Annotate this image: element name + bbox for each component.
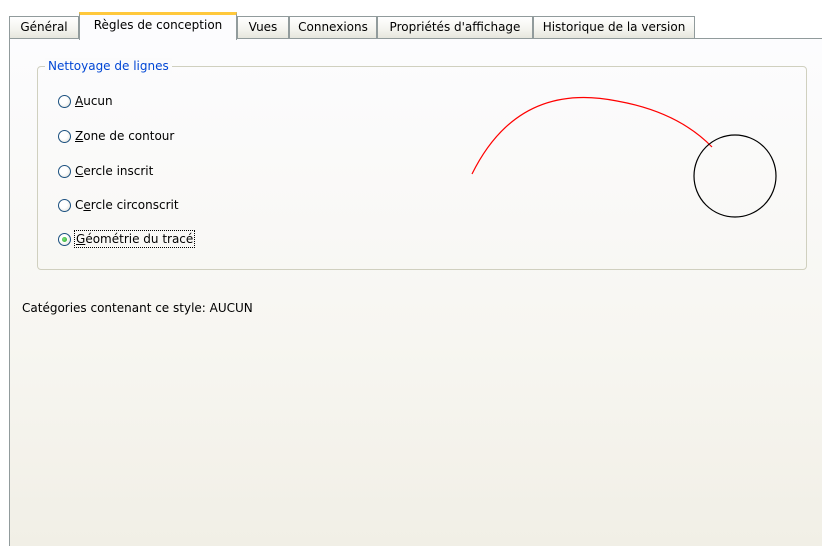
preview-arc (471, 96, 713, 175)
categories-text: Catégories contenant ce style: AUCUN (22, 301, 253, 315)
cleanup-preview (471, 96, 777, 218)
tab-panel: Nettoyage de lignes Aucun Zone de contou… (9, 38, 822, 546)
tab-general[interactable]: Général (9, 16, 79, 38)
tab-display-properties[interactable]: Propriétés d'affichage (377, 16, 533, 38)
tab-views[interactable]: Vues (237, 16, 289, 38)
preview-circle (693, 134, 777, 218)
dialog-window: Général Règles de conception Vues Connex… (0, 0, 822, 546)
tab-design-rules[interactable]: Règles de conception (79, 12, 237, 40)
tab-version-history[interactable]: Historique de la version (533, 16, 695, 38)
line-cleanup-group: Nettoyage de lignes Aucun Zone de contou… (37, 58, 807, 270)
tab-connections[interactable]: Connexions (289, 16, 377, 38)
